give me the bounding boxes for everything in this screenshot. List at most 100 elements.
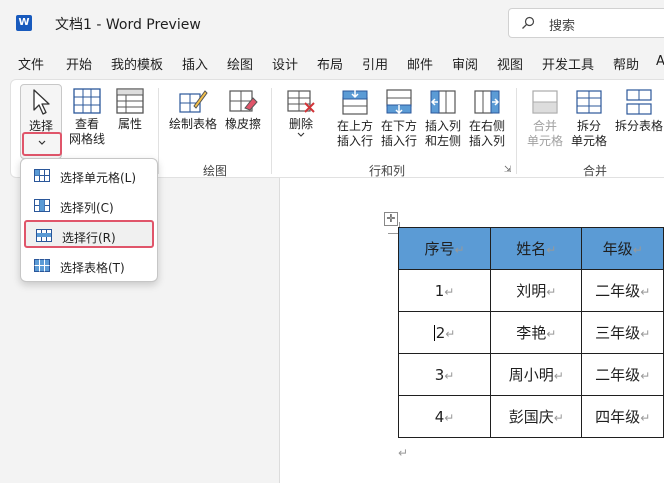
table-cell[interactable]: 三年级↵ (581, 311, 664, 354)
properties-label: 属性 (117, 117, 142, 131)
menu-item-select-table[interactable]: 选择表格(T) (24, 252, 154, 280)
table-cell[interactable]: 李艳↵ (490, 311, 583, 354)
insert-left-button[interactable]: 插入列 和左侧 (423, 88, 463, 149)
tab-my-templates[interactable]: 我的模板 (111, 54, 163, 73)
menu-item-label: 选择单元格(L) (60, 171, 137, 185)
insert-column-right-icon (474, 90, 500, 114)
paragraph-mark: ↵ (398, 446, 409, 460)
insert-below-label-2: 插入行 (380, 134, 417, 148)
insert-right-label-1: 在右侧 (468, 119, 505, 133)
insert-above-label-2: 插入行 (336, 134, 373, 148)
select-cell-icon (34, 169, 50, 182)
group-label-draw: 绘图 (203, 164, 228, 178)
table-cell[interactable]: 4↵ (397, 395, 492, 438)
table-cell[interactable]: 二年级↵ (581, 353, 664, 396)
table-cell[interactable]: 1↵ (397, 269, 492, 312)
insert-right-label-2: 插入列 (468, 134, 505, 148)
table-row[interactable]: 4↵ 彭国庆↵ 四年级↵ (397, 395, 664, 438)
text-cursor (433, 325, 435, 341)
tab-view[interactable]: 视图 (497, 54, 523, 73)
draw-table-label: 绘制表格 (168, 117, 217, 131)
table-header-cell[interactable]: 姓名↵ (490, 227, 583, 270)
table-header-cell[interactable]: 年级↵ (581, 227, 664, 270)
document-page[interactable]: ✛ 序号↵ 姓名↵ 年级↵ 1↵ 刘明↵ 二年级↵ 2↵ 李艳↵ 三年级↵ 3↵… (279, 178, 664, 483)
table-row[interactable]: 1↵ 刘明↵ 二年级↵ (397, 269, 664, 312)
view-gridlines-label-2: 网格线 (68, 132, 105, 146)
menu-item-label: 选择列(C) (60, 201, 114, 215)
select-dropdown-caret[interactable] (22, 132, 62, 156)
split-table-button[interactable]: 拆分表格 (613, 88, 664, 134)
table-row[interactable]: 3↵ 周小明↵ 二年级↵ (397, 353, 664, 396)
chevron-down-icon (38, 140, 46, 145)
tab-help[interactable]: 帮助 (613, 54, 639, 73)
eraser-icon (229, 90, 258, 112)
tab-design[interactable]: 设计 (272, 54, 298, 73)
table-cell[interactable]: 二年级↵ (581, 269, 664, 312)
merge-cells-button[interactable]: 合并 单元格 (525, 88, 565, 149)
title-bar: W 文档1 - Word Preview 搜索 (0, 0, 664, 46)
draw-table-button[interactable]: 绘制表格 (167, 88, 219, 132)
table-row[interactable]: 2↵ 李艳↵ 三年级↵ (397, 311, 664, 354)
select-row-icon (36, 229, 52, 242)
split-cells-label-1: 拆分 (576, 119, 601, 133)
insert-left-label-2: 和左侧 (424, 134, 461, 148)
table-cell[interactable]: 彭国庆↵ (490, 395, 583, 438)
insert-row-below-icon (386, 89, 412, 115)
tab-developer[interactable]: 开发工具 (542, 54, 594, 73)
tab-overflow[interactable]: A (656, 54, 664, 69)
delete-label: 删除 (288, 117, 313, 131)
menu-item-select-row[interactable]: 选择行(R) (24, 220, 154, 248)
table-cell[interactable]: 2↵ (397, 311, 492, 354)
insert-left-label-1: 插入列 (424, 119, 461, 133)
table-cell[interactable]: 刘明↵ (490, 269, 583, 312)
search-box[interactable]: 搜索 (508, 8, 664, 38)
insert-column-left-icon (430, 90, 456, 114)
table-cell[interactable]: 四年级↵ (581, 395, 664, 438)
split-cells-button[interactable]: 拆分 单元格 (569, 88, 609, 149)
menu-item-select-cell[interactable]: 选择单元格(L) (24, 162, 154, 190)
menu-bar: 文件 开始 我的模板 插入 绘图 设计 布局 引用 邮件 审阅 视图 开发工具 … (0, 46, 664, 79)
select-dropdown-menu: 选择单元格(L) 选择列(C) 选择行(R) 选择表格(T) (20, 158, 158, 282)
word-app-icon: W (16, 15, 32, 31)
ribbon-separator (271, 88, 272, 174)
insert-below-button[interactable]: 在下方 插入行 (379, 88, 419, 149)
document-table[interactable]: 序号↵ 姓名↵ 年级↵ 1↵ 刘明↵ 二年级↵ 2↵ 李艳↵ 三年级↵ 3↵ 周… (397, 227, 664, 438)
menu-item-label: 选择表格(T) (60, 261, 125, 275)
ribbon-separator (158, 88, 159, 174)
tab-draw[interactable]: 绘图 (227, 54, 253, 73)
delete-table-icon (287, 90, 315, 113)
split-table-label: 拆分表格 (614, 119, 663, 133)
tab-references[interactable]: 引用 (362, 54, 388, 73)
delete-button[interactable]: 删除 (281, 88, 321, 141)
tab-mailings[interactable]: 邮件 (407, 54, 433, 73)
merge-cells-icon (532, 90, 558, 114)
window-title: 文档1 - Word Preview (55, 17, 201, 33)
group-label-merge: 合并 (583, 164, 608, 178)
tab-review[interactable]: 审阅 (452, 54, 478, 73)
tab-home[interactable]: 开始 (66, 54, 92, 73)
insert-right-button[interactable]: 在右侧 插入列 (467, 88, 507, 149)
merge-cells-label-1: 合并 (532, 119, 557, 133)
chevron-down-icon (297, 132, 305, 137)
tab-file[interactable]: 文件 (18, 54, 44, 73)
menu-item-select-column[interactable]: 选择列(C) (24, 192, 154, 220)
insert-row-above-icon (342, 89, 368, 115)
search-icon (522, 16, 535, 29)
view-gridlines-button[interactable]: 查看 网格线 (67, 88, 107, 147)
table-header-cell[interactable]: 序号↵ (397, 227, 492, 270)
table-move-handle[interactable]: ✛ (384, 212, 398, 226)
eraser-button[interactable]: 橡皮擦 (223, 88, 263, 132)
table-cell[interactable]: 3↵ (397, 353, 492, 396)
gridlines-icon (73, 88, 101, 114)
split-table-icon (626, 89, 652, 115)
properties-button[interactable]: 属性 (113, 88, 147, 132)
dialog-launcher-icon[interactable]: ⇲ (504, 165, 512, 175)
tab-layout[interactable]: 布局 (317, 54, 343, 73)
insert-above-button[interactable]: 在上方 插入行 (335, 88, 375, 149)
table-header-row[interactable]: 序号↵ 姓名↵ 年级↵ (397, 227, 664, 270)
tab-insert[interactable]: 插入 (182, 54, 208, 73)
select-button-content[interactable]: 选择 (23, 88, 59, 134)
table-cell[interactable]: 周小明↵ (490, 353, 583, 396)
ribbon-separator (516, 88, 517, 174)
draw-table-pencil-icon (179, 90, 208, 113)
